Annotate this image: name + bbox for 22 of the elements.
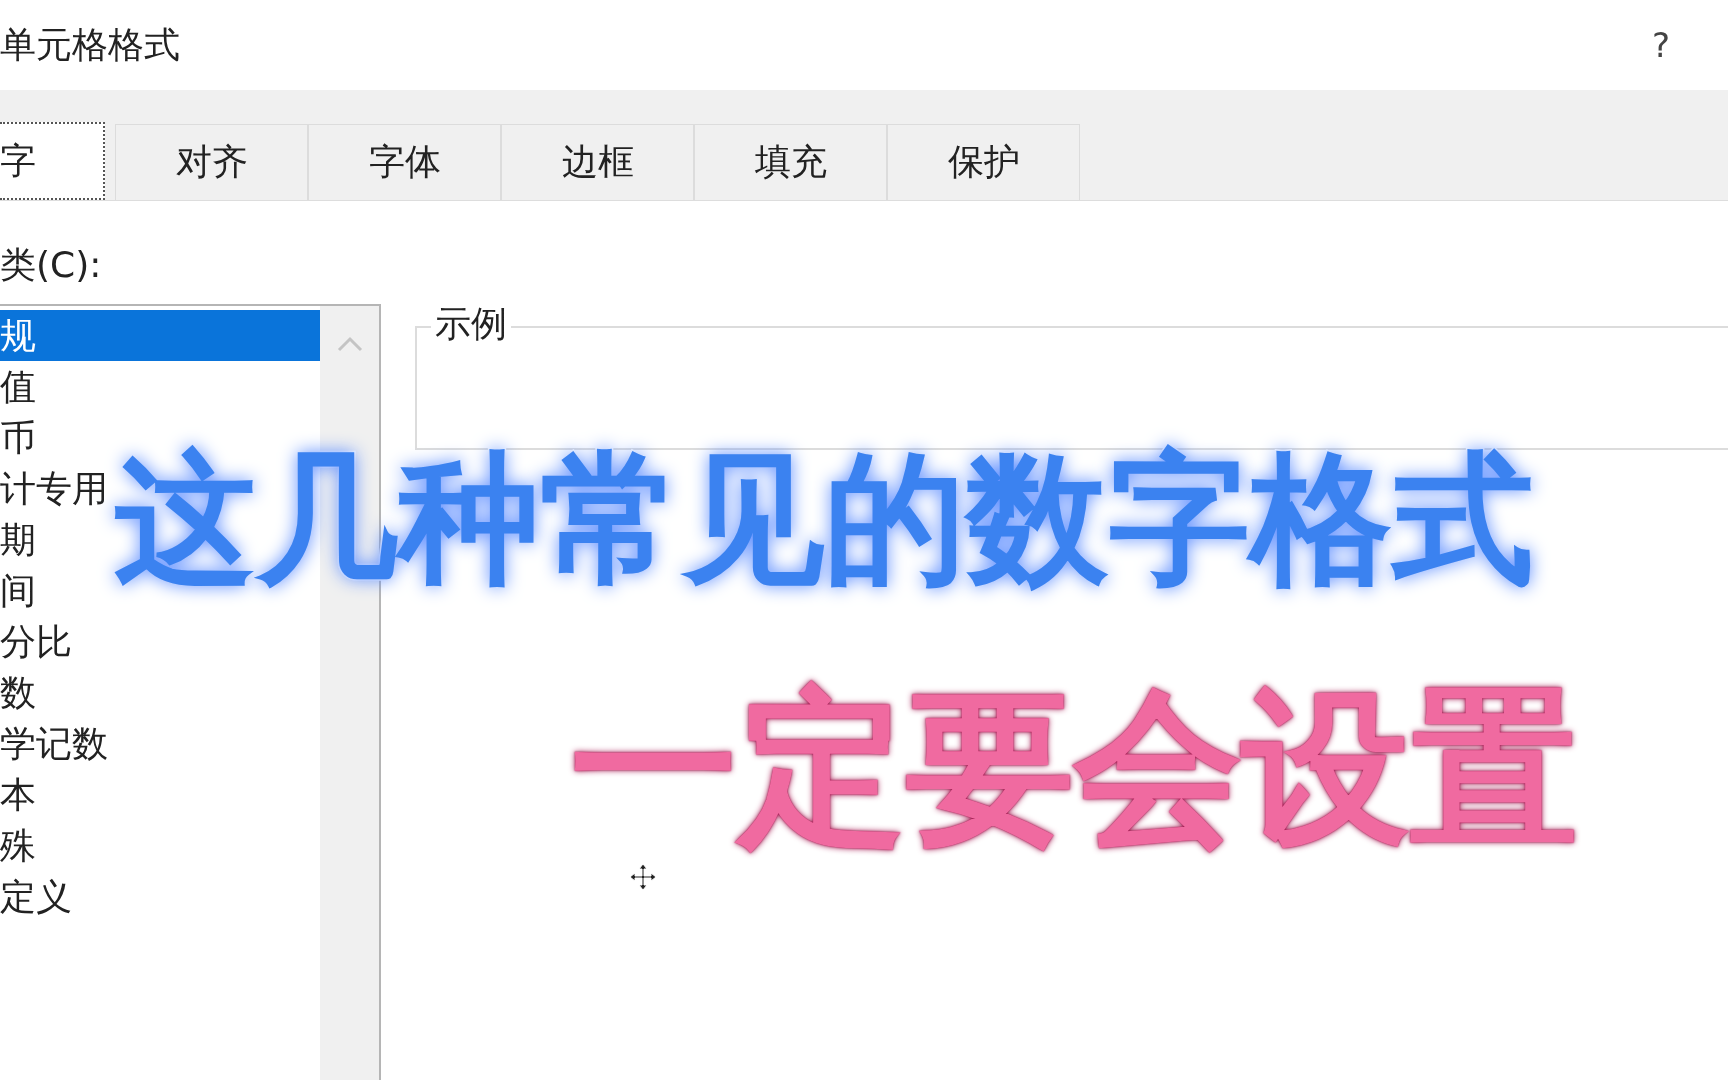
list-item[interactable]: 学记数 [0,718,108,769]
tab[interactable]: 填充 [694,124,887,200]
move-cursor-icon [628,862,658,892]
list-item[interactable]: 期 [0,514,36,565]
list-item[interactable]: 值 [0,361,36,412]
list-item[interactable]: 殊 [0,820,36,871]
tab[interactable]: 对齐 [115,124,308,200]
tab[interactable]: 边框 [501,124,694,200]
list-item[interactable]: 间 [0,565,36,616]
window-title: 单元格格式 [0,22,180,67]
list-item[interactable]: 计专用 [0,463,108,514]
list-item[interactable]: 本 [0,769,36,820]
list-item[interactable]: 数 [0,667,36,718]
help-button[interactable]: ? [1651,25,1670,65]
tab[interactable]: 保护 [887,124,1080,200]
list-item[interactable]: 币 [0,412,36,463]
list-item[interactable]: 分比 [0,616,72,667]
tab[interactable]: 字 [0,122,105,200]
category-label: 类(C): [0,243,103,287]
tab[interactable]: 字体 [308,124,501,200]
list-item[interactable]: 规 [0,310,320,361]
list-item[interactable]: 定义 [0,871,72,922]
